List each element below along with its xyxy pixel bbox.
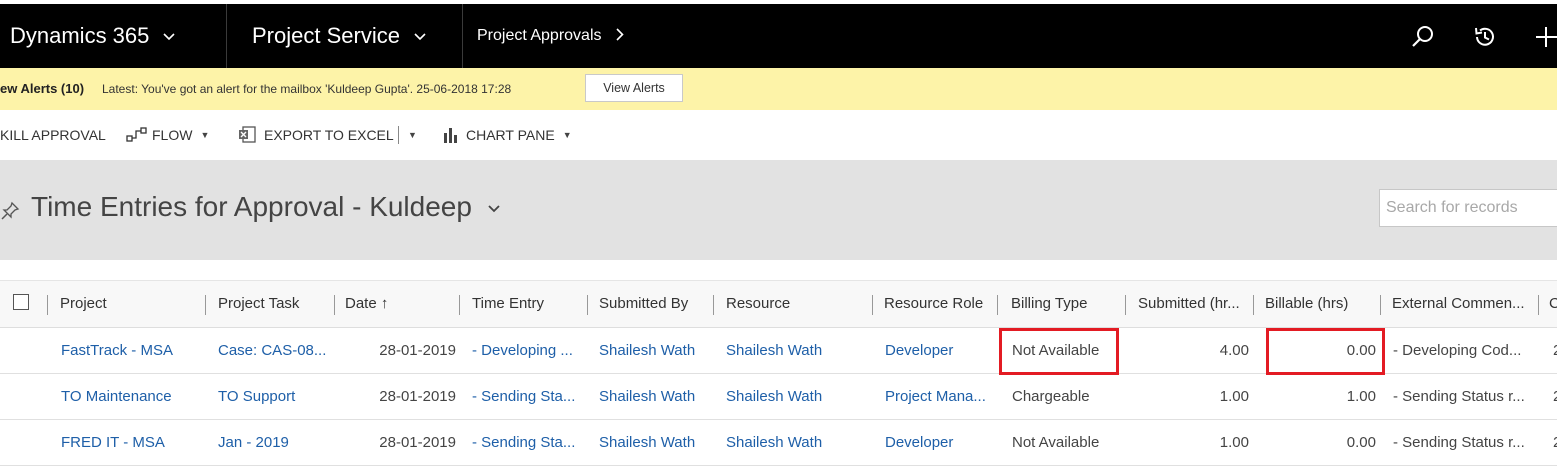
- export-options-dropdown[interactable]: ▼: [400, 110, 417, 160]
- time-entry-link[interactable]: - Sending Sta...: [472, 374, 584, 419]
- truncated-cell: 2: [1553, 328, 1557, 373]
- column-header-billing-type[interactable]: Billing Type: [1011, 281, 1121, 327]
- submitted-hrs-cell: 1.00: [1219, 434, 1249, 451]
- add-icon[interactable]: [1533, 24, 1557, 50]
- column-header-resource-role[interactable]: Resource Role: [884, 281, 994, 327]
- alert-bar: ew Alerts (10) Latest: You've got an ale…: [0, 68, 1557, 110]
- caret-down-icon: ▼: [562, 130, 572, 140]
- grid-spacer: [0, 260, 1557, 280]
- external-comments-cell: - Sending Status r...: [1393, 388, 1525, 405]
- table-row[interactable]: FRED IT - MSA Jan - 2019 28-01-2019 - Se…: [0, 420, 1557, 466]
- approval-command-button[interactable]: KILL APPROVAL: [0, 110, 106, 160]
- submitted-by-link[interactable]: Shailesh Wath: [599, 420, 711, 465]
- column-header-submitted-by[interactable]: Submitted By: [599, 281, 709, 327]
- truncated-cell: 2: [1553, 420, 1557, 465]
- resource-link[interactable]: Shailesh Wath: [726, 374, 866, 419]
- flow-command-label: FLOW: [152, 127, 193, 143]
- alerts-count-link[interactable]: ew Alerts (10): [0, 68, 84, 110]
- project-link[interactable]: TO Maintenance: [61, 374, 201, 419]
- column-header-date[interactable]: Date ↑: [345, 281, 455, 327]
- alert-message: Latest: You've got an alert for the mail…: [102, 82, 512, 96]
- column-header-billable-hrs[interactable]: Billable (hrs): [1265, 281, 1380, 327]
- submitted-hrs-cell: 4.00: [1219, 342, 1249, 359]
- highlight-box-billing-type: [999, 328, 1119, 375]
- page-title: Project Approvals: [477, 27, 602, 44]
- billing-type-cell: Chargeable: [1012, 388, 1090, 405]
- column-header-resource[interactable]: Resource: [726, 281, 866, 327]
- app-title: Dynamics 365: [10, 23, 150, 48]
- external-comments-cell: - Developing Cod...: [1393, 342, 1522, 359]
- caret-down-icon: ▼: [200, 130, 210, 140]
- billing-type-cell: Not Available: [1012, 434, 1100, 451]
- project-task-link[interactable]: Jan - 2019: [218, 420, 330, 465]
- chart-pane-button[interactable]: CHART PANE ▼: [442, 110, 572, 160]
- history-icon[interactable]: [1472, 24, 1498, 50]
- resource-role-link[interactable]: Developer: [885, 420, 995, 465]
- select-all-checkbox[interactable]: [13, 294, 29, 310]
- excel-icon: [239, 126, 256, 143]
- resource-role-link[interactable]: Developer: [885, 328, 995, 373]
- view-title: Time Entries for Approval - Kuldeep: [31, 191, 472, 222]
- view-selector[interactable]: Time Entries for Approval - Kuldeep: [31, 191, 500, 223]
- column-header-submitted-hrs[interactable]: Submitted (hr...: [1138, 281, 1253, 327]
- chevron-down-icon: [163, 28, 175, 44]
- search-records-input[interactable]: [1379, 189, 1557, 227]
- date-cell: 28-01-2019: [379, 342, 456, 359]
- export-excel-button[interactable]: EXPORT TO EXCEL: [238, 110, 394, 160]
- chart-pane-label: CHART PANE: [466, 127, 555, 143]
- app-switcher[interactable]: Dynamics 365: [10, 4, 175, 68]
- chart-icon: [444, 128, 457, 143]
- external-comments-cell: - Sending Status r...: [1393, 434, 1525, 451]
- project-task-link[interactable]: TO Support: [218, 374, 330, 419]
- area-title: Project Service: [252, 23, 400, 48]
- search-icon[interactable]: [1410, 24, 1436, 50]
- table-row[interactable]: TO Maintenance TO Support 28-01-2019 - S…: [0, 374, 1557, 420]
- command-bar: KILL APPROVAL FLOW ▼ EXPORT TO EXCEL ▼ C…: [0, 110, 1557, 160]
- chevron-down-icon: [488, 204, 500, 212]
- column-header-time-entry[interactable]: Time Entry: [472, 281, 587, 327]
- export-excel-label: EXPORT TO EXCEL: [264, 127, 394, 143]
- column-header-external-comments[interactable]: External Commen...: [1392, 281, 1537, 327]
- column-header-project[interactable]: Project: [60, 281, 200, 327]
- column-header-truncated[interactable]: C: [1549, 281, 1557, 327]
- pin-icon[interactable]: [0, 201, 20, 221]
- view-alerts-button[interactable]: View Alerts: [585, 74, 683, 102]
- project-task-link[interactable]: Case: CAS-08...: [218, 328, 330, 373]
- resource-role-link[interactable]: Project Mana...: [885, 374, 995, 419]
- flow-icon: [126, 127, 147, 142]
- resource-link[interactable]: Shailesh Wath: [726, 420, 866, 465]
- date-cell: 28-01-2019: [379, 388, 456, 405]
- top-nav-bar: Dynamics 365 Project Service Project App…: [0, 0, 1557, 68]
- column-header-project-task[interactable]: Project Task: [218, 281, 333, 327]
- caret-down-icon: ▼: [408, 130, 417, 140]
- resource-link[interactable]: Shailesh Wath: [726, 328, 866, 373]
- flow-command-button[interactable]: FLOW ▼: [126, 110, 209, 160]
- submitted-hrs-cell: 1.00: [1219, 388, 1249, 405]
- grid-header: Project Project Task Date ↑ Time Entry S…: [0, 280, 1557, 328]
- billable-hrs-cell: 0.00: [1346, 434, 1376, 451]
- time-entry-link[interactable]: - Developing ...: [472, 328, 584, 373]
- page-nav[interactable]: Project Approvals: [477, 4, 624, 68]
- command-divider: [398, 126, 399, 144]
- chevron-right-icon: [615, 28, 624, 44]
- truncated-cell: 2: [1553, 374, 1557, 419]
- view-header: Time Entries for Approval - Kuldeep: [0, 160, 1557, 260]
- time-entry-link[interactable]: - Sending Sta...: [472, 420, 584, 465]
- approval-command-label: KILL APPROVAL: [0, 127, 106, 143]
- project-link[interactable]: FRED IT - MSA: [61, 420, 201, 465]
- submitted-by-link[interactable]: Shailesh Wath: [599, 374, 711, 419]
- date-cell: 28-01-2019: [379, 434, 456, 451]
- billable-hrs-cell: 1.00: [1346, 388, 1376, 405]
- project-link[interactable]: FastTrack - MSA: [61, 328, 201, 373]
- area-switcher[interactable]: Project Service: [252, 4, 426, 68]
- chevron-down-icon: [414, 28, 426, 44]
- submitted-by-link[interactable]: Shailesh Wath: [599, 328, 711, 373]
- highlight-box-billable-hrs: [1266, 328, 1385, 375]
